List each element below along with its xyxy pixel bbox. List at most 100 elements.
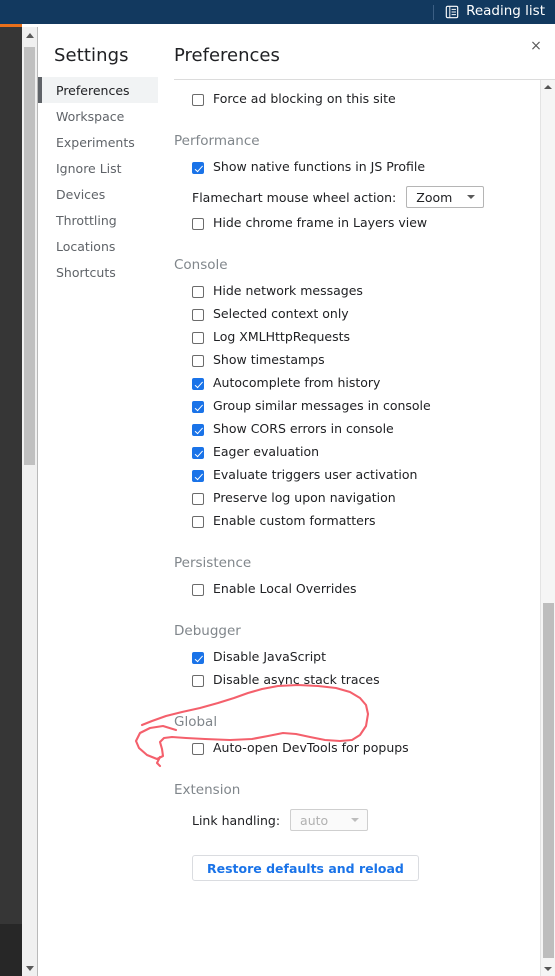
- reading-list-button[interactable]: Reading list: [445, 5, 545, 19]
- devtools-panel-background: [0, 24, 22, 976]
- checkbox-unchecked-icon[interactable]: [192, 492, 204, 505]
- sidebar-item-preferences[interactable]: Preferences: [38, 77, 158, 103]
- checkbox-checked-icon[interactable]: [192, 377, 204, 390]
- sidebar-title: Settings: [54, 45, 129, 66]
- checkbox-unchecked-icon[interactable]: [192, 285, 204, 298]
- setting-autocomplete-from-history[interactable]: Autocomplete from history: [174, 372, 555, 395]
- setting-label: Preserve log upon navigation: [213, 490, 396, 506]
- setting-label: Autocomplete from history: [213, 375, 381, 391]
- section-heading-console: Console: [174, 257, 228, 273]
- setting-hide-chrome-frame-in-layers-view[interactable]: Hide chrome frame in Layers view: [174, 212, 555, 235]
- sidebar-item-experiments[interactable]: Experiments: [38, 129, 158, 155]
- setting-label: Show native functions in JS Profile: [213, 159, 426, 175]
- sidebar-item-label: Workspace: [56, 108, 125, 124]
- restore-defaults-button[interactable]: Restore defaults and reload: [192, 855, 419, 881]
- setting-label: Show CORS errors in console: [213, 421, 394, 437]
- setting-disable-javascript[interactable]: Disable JavaScript: [174, 646, 555, 669]
- checkbox-unchecked-icon[interactable]: [192, 742, 204, 755]
- setting-show-cors-errors-in-console[interactable]: Show CORS errors in console: [174, 418, 555, 441]
- sidebar-item-shortcuts[interactable]: Shortcuts: [38, 259, 158, 285]
- preferences-scroll-up-button[interactable]: [541, 80, 555, 94]
- setting-label: Enable custom formatters: [213, 513, 376, 529]
- devtools-panel-footer: [0, 924, 22, 976]
- setting-label: Eager evaluation: [213, 444, 320, 460]
- sidebar-item-workspace[interactable]: Workspace: [38, 103, 158, 129]
- setting-auto-open-devtools-for-popups[interactable]: Auto-open DevTools for popups: [174, 737, 555, 760]
- sidebar-item-label: Throttling: [56, 212, 117, 228]
- chevron-down-icon: [467, 195, 476, 199]
- setting-label: Evaluate triggers user activation: [213, 467, 418, 483]
- settings-content: Preferences Force ad blocking on this si…: [158, 27, 555, 976]
- page-scrollbar[interactable]: [22, 27, 38, 976]
- setting-label: Log XMLHttpRequests: [213, 329, 351, 345]
- scroll-down-button[interactable]: [22, 960, 37, 976]
- sidebar-item-throttling[interactable]: Throttling: [38, 207, 158, 233]
- reading-list-label: Reading list: [466, 3, 545, 20]
- checkbox-checked-icon[interactable]: [192, 651, 204, 664]
- setting-preserve-log-upon-navigation[interactable]: Preserve log upon navigation: [174, 487, 555, 510]
- section-heading-global: Global: [174, 714, 218, 730]
- checkbox-checked-icon[interactable]: [192, 446, 204, 459]
- setting-force-ad-blocking-on-this-site[interactable]: Force ad blocking on this site: [174, 88, 555, 111]
- setting-label: Hide network messages: [213, 283, 363, 299]
- setting-link-handling: Link handling: auto: [174, 805, 555, 835]
- setting-group-similar-messages-in-console[interactable]: Group similar messages in console: [174, 395, 555, 418]
- sidebar-item-devices[interactable]: Devices: [38, 181, 158, 207]
- setting-hide-network-messages[interactable]: Hide network messages: [174, 280, 555, 303]
- setting-show-native-functions-in-js-profile[interactable]: Show native functions in JS Profile: [174, 156, 555, 179]
- checkbox-unchecked-icon[interactable]: [192, 308, 204, 321]
- devtools-accent-line: [0, 24, 22, 27]
- setting-selected-context-only[interactable]: Selected context only: [174, 303, 555, 326]
- sidebar-item-label: Shortcuts: [56, 264, 116, 280]
- preferences-scrollbar[interactable]: [540, 80, 555, 976]
- preferences-scrollbar-thumb[interactable]: [543, 603, 554, 958]
- preferences-scroll-area[interactable]: Force ad blocking on this site Performanc…: [158, 80, 555, 976]
- setting-label: Disable async stack traces: [213, 672, 380, 688]
- section-heading-performance: Performance: [174, 133, 260, 149]
- chevron-down-icon: [25, 965, 34, 971]
- setting-show-timestamps[interactable]: Show timestamps: [174, 349, 555, 372]
- setting-label: Selected context only: [213, 306, 349, 322]
- link-handling-select: auto: [290, 809, 369, 831]
- page-title: Preferences: [174, 45, 280, 66]
- checkbox-unchecked-icon[interactable]: [192, 354, 204, 367]
- sidebar-item-ignore-list[interactable]: Ignore List: [38, 155, 158, 181]
- toolbar-divider: [433, 4, 435, 20]
- settings-dialog: × Settings Preferences Workspace Experimen…: [38, 27, 555, 976]
- checkbox-unchecked-icon[interactable]: [192, 217, 204, 230]
- setting-evaluate-triggers-user-activation[interactable]: Evaluate triggers user activation: [174, 464, 555, 487]
- setting-log-xmlhttprequests[interactable]: Log XMLHttpRequests: [174, 326, 555, 349]
- page-scrollbar-thumb[interactable]: [24, 47, 35, 465]
- scroll-up-button[interactable]: [22, 27, 37, 43]
- setting-label: Disable JavaScript: [213, 649, 327, 665]
- sidebar-item-label: Devices: [56, 186, 106, 202]
- section-heading-extension: Extension: [174, 782, 241, 798]
- setting-label: Force ad blocking on this site: [213, 91, 396, 107]
- checkbox-checked-icon[interactable]: [192, 423, 204, 436]
- chevron-down-icon: [351, 818, 360, 822]
- setting-enable-custom-formatters[interactable]: Enable custom formatters: [174, 510, 555, 533]
- checkbox-unchecked-icon[interactable]: [192, 583, 204, 596]
- preferences-scroll-down-button[interactable]: [541, 962, 555, 976]
- chevron-up-icon: [544, 85, 552, 89]
- checkbox-checked-icon[interactable]: [192, 469, 204, 482]
- setting-flamechart-mouse-wheel-action: Flamechart mouse wheel action: Zoom: [174, 182, 555, 212]
- setting-label: Enable Local Overrides: [213, 581, 357, 597]
- checkbox-unchecked-icon[interactable]: [192, 93, 204, 106]
- sidebar-item-locations[interactable]: Locations: [38, 233, 158, 259]
- preferences-list: Force ad blocking on this site Performanc…: [158, 80, 555, 881]
- chevron-up-icon: [25, 32, 34, 38]
- setting-enable-local-overrides[interactable]: Enable Local Overrides: [174, 578, 555, 601]
- checkbox-unchecked-icon[interactable]: [192, 331, 204, 344]
- checkbox-checked-icon[interactable]: [192, 161, 204, 174]
- setting-label: Link handling:: [192, 812, 281, 828]
- settings-sidebar: Settings Preferences Workspace Experiments…: [38, 27, 158, 976]
- setting-disable-async-stack-traces[interactable]: Disable async stack traces: [174, 669, 555, 692]
- setting-label: Hide chrome frame in Layers view: [213, 215, 428, 231]
- checkbox-unchecked-icon[interactable]: [192, 515, 204, 528]
- setting-eager-evaluation[interactable]: Eager evaluation: [174, 441, 555, 464]
- flamechart-mouse-wheel-action-select[interactable]: Zoom: [406, 186, 485, 208]
- checkbox-unchecked-icon[interactable]: [192, 674, 204, 687]
- checkbox-checked-icon[interactable]: [192, 400, 204, 413]
- sidebar-item-label: Locations: [56, 238, 116, 254]
